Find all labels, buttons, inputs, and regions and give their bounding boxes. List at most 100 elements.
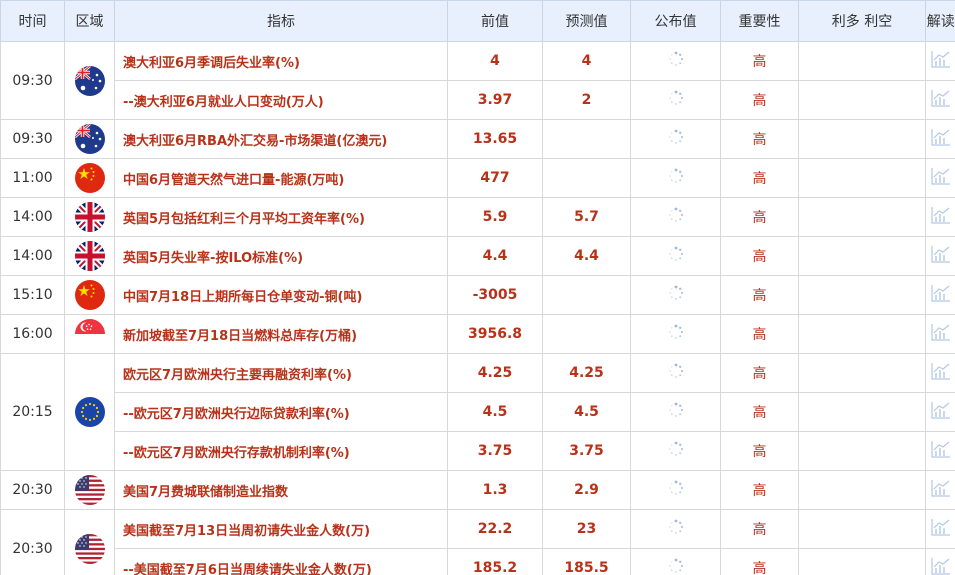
actual-value [630,392,721,432]
forecast-value: 2 [542,80,631,120]
table-row: --美国截至7月6日当周续请失业金人数(万) 185.2 185.5 高 [1,548,955,575]
china-flag-icon [74,163,105,193]
event-time: 20:15 [0,353,65,471]
analysis-cell[interactable] [925,353,955,393]
impact-cell [798,548,926,575]
table-row: 15:10 中国7月18日上期所每日仓单变动-铜(吨) -3005 高 [0,275,955,315]
analysis-cell[interactable] [925,431,955,471]
indicator-name[interactable]: 英国5月失业率-按ILO标准(%) [114,236,448,276]
chart-analysis-icon[interactable] [930,401,951,423]
region-cell [64,275,115,315]
loading-spinner-icon [668,363,684,383]
previous-value: -3005 [447,275,543,315]
loading-spinner-icon [668,168,684,188]
indicator-name[interactable]: 美国截至7月13日当周初请失业金人数(万) [114,509,448,549]
table-row: --欧元区7月欧洲央行存款机制利率(%) 3.75 3.75 高 [1,431,955,471]
event-time: 20:30 [0,509,65,575]
impact-cell [798,314,926,354]
importance-level: 高 [720,548,799,575]
table-row: 14:00 英国5月包括红利三个月平均工资年率(%) 5.9 5.7 高 [0,197,955,237]
indicator-name[interactable]: --美国截至7月6日当周续请失业金人数(万) [114,548,448,575]
forecast-value: 23 [542,509,631,549]
indicator-name[interactable]: 新加坡截至7月18日当燃料总库存(万桶) [114,314,448,354]
analysis-cell[interactable] [925,236,955,276]
analysis-cell[interactable] [925,197,955,237]
analysis-cell[interactable] [925,158,955,198]
indicator-name[interactable]: --欧元区7月欧洲央行存款机制利率(%) [114,431,448,471]
chart-analysis-icon[interactable] [930,167,951,189]
impact-cell [798,275,926,315]
indicator-name[interactable]: --欧元区7月欧洲央行边际贷款利率(%) [114,392,448,432]
forecast-value [542,119,631,159]
forecast-value: 4.25 [542,353,631,393]
importance-level: 高 [720,353,799,393]
analysis-cell[interactable] [925,314,955,354]
indicator-name[interactable]: --澳大利亚6月就业人口变动(万人) [114,80,448,120]
chart-analysis-icon[interactable] [930,479,951,501]
previous-value: 185.2 [447,548,543,575]
chart-analysis-icon[interactable] [930,557,951,575]
indicator-name[interactable]: 中国6月管道天然气进口量-能源(万吨) [114,158,448,198]
indicator-name[interactable]: 澳大利亚6月季调后失业率(%) [114,41,448,81]
previous-value: 477 [447,158,543,198]
importance-level: 高 [720,41,799,81]
analysis-cell[interactable] [925,392,955,432]
region-cell [64,353,115,471]
previous-value: 4.4 [447,236,543,276]
chart-analysis-icon[interactable] [930,362,951,384]
table-row: 09:30 澳大利亚6月季调后失业率(%) 4 4 高 [0,41,955,120]
importance-level: 高 [720,314,799,354]
loading-spinner-icon [668,51,684,71]
calendar-table: 时间 区域 指标 前值 预测值 公布值 重要性 利多 利空 解读 09:30 澳大… [0,0,955,575]
previous-value: 5.9 [447,197,543,237]
forecast-value: 4 [542,41,631,81]
col-header-actual: 公布值 [630,0,721,42]
analysis-cell[interactable] [925,548,955,575]
actual-value [630,41,721,81]
impact-cell [798,470,926,510]
indicator-name[interactable]: 英国5月包括红利三个月平均工资年率(%) [114,197,448,237]
importance-level: 高 [720,197,799,237]
analysis-cell[interactable] [925,509,955,549]
impact-cell [798,41,926,81]
event-time: 09:30 [0,41,65,120]
loading-spinner-icon [668,441,684,461]
indicator-name[interactable]: 澳大利亚6月RBA外汇交易-市场渠道(亿澳元) [114,119,448,159]
chart-analysis-icon[interactable] [930,440,951,462]
previous-value: 1.3 [447,470,543,510]
loading-spinner-icon [668,519,684,539]
chart-analysis-icon[interactable] [930,284,951,306]
table-row: 14:00 英国5月失业率-按ILO标准(%) 4.4 4.4 高 [0,236,955,276]
previous-value: 4.5 [447,392,543,432]
indicator-name[interactable]: 中国7月18日上期所每日仓单变动-铜(吨) [114,275,448,315]
analysis-cell[interactable] [925,80,955,120]
forecast-value: 4.5 [542,392,631,432]
importance-level: 高 [720,470,799,510]
analysis-cell[interactable] [925,470,955,510]
col-header-region: 区域 [64,0,115,42]
chart-analysis-icon[interactable] [930,128,951,150]
chart-analysis-icon[interactable] [930,206,951,228]
actual-value [630,353,721,393]
region-cell [64,236,115,276]
event-time: 14:00 [0,197,65,237]
chart-analysis-icon[interactable] [930,89,951,111]
forecast-value: 5.7 [542,197,631,237]
region-cell [64,509,115,575]
chart-analysis-icon[interactable] [930,518,951,540]
indicator-name[interactable]: 欧元区7月欧洲央行主要再融资利率(%) [114,353,448,393]
impact-cell [798,158,926,198]
chart-analysis-icon[interactable] [930,323,951,345]
analysis-cell[interactable] [925,119,955,159]
indicator-name[interactable]: 美国7月费城联储制造业指数 [114,470,448,510]
australia-flag-icon [74,65,105,96]
chart-analysis-icon[interactable] [930,245,951,267]
loading-spinner-icon [668,402,684,422]
analysis-cell[interactable] [925,275,955,315]
col-header-forecast: 预测值 [542,0,631,42]
actual-value [630,470,721,510]
uk-flag-icon [74,241,105,271]
forecast-value [542,158,631,198]
chart-analysis-icon[interactable] [930,50,951,72]
analysis-cell[interactable] [925,41,955,81]
